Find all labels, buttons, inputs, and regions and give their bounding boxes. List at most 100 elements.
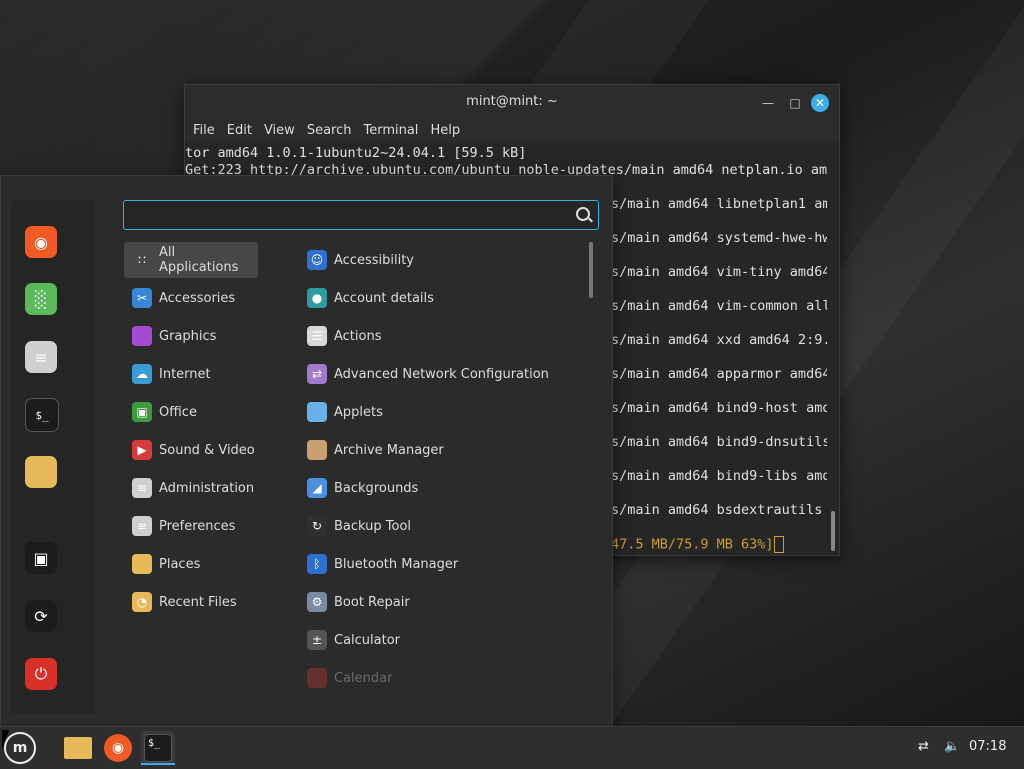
app-item[interactable]: ☰ Actions [299, 318, 579, 354]
app-item[interactable]: ● Account details [299, 280, 579, 316]
mouse-cursor [2, 730, 16, 750]
category-label: Recent Files [159, 594, 237, 610]
category-item[interactable]: ≡ Administration [124, 470, 299, 506]
category-item[interactable]: ✂ Accessories [124, 280, 299, 316]
menu-search[interactable]: Search [301, 119, 358, 143]
bluetooth-icon: ᛒ [307, 554, 327, 574]
backup-tool-icon: ↻ [307, 516, 327, 536]
terminal-line: tor amd64 1.0.1-1ubuntu2~24.04.1 [59.5 k… [185, 145, 527, 161]
category-item[interactable]: Graphics [124, 318, 299, 354]
places-folder-icon [132, 554, 152, 574]
app-label: Backgrounds [334, 480, 419, 496]
category-item[interactable]: ▶ Sound & Video [124, 432, 299, 468]
calendar-icon [307, 668, 327, 688]
category-label: Places [159, 556, 201, 572]
folder-icon [64, 737, 92, 759]
app-item[interactable]: Archive Manager [299, 432, 579, 468]
terminal-icon[interactable]: $_ [25, 398, 59, 432]
terminal-line: s/main amd64 bind9-host amd [611, 400, 827, 416]
clock[interactable]: 07:18 [969, 739, 1006, 754]
app-label: Calendar [334, 670, 393, 686]
category-item[interactable]: ≡ Preferences [124, 508, 299, 544]
firefox-icon[interactable]: ◉ [25, 226, 57, 258]
terminal-line: s/main amd64 vim-common all [611, 298, 827, 314]
archive-manager-icon [307, 440, 327, 460]
logout-icon[interactable]: ⟳ [25, 600, 57, 632]
backgrounds-icon: ◢ [307, 478, 327, 498]
lock-icon[interactable]: ▣ [25, 542, 57, 574]
app-item[interactable]: ◢ Backgrounds [299, 470, 579, 506]
account-icon: ● [307, 288, 327, 308]
taskbar-firefox[interactable]: ◉ [101, 731, 135, 765]
taskbar: m ◉ $_ ⇄ 🔈 07:18 [0, 726, 1024, 769]
applets-icon [307, 402, 327, 422]
application-menu: ◉ ░ ≡ $_ ▣ ⟳ ⏻ ∷ All Applications ✂ Accessories Gr… [0, 175, 613, 728]
terminal-line: s/main amd64 xxd amd64 2:9. [611, 332, 827, 348]
app-list-scrollbar[interactable] [589, 242, 593, 298]
firefox-icon: ◉ [104, 734, 132, 762]
preferences-icon: ≡ [132, 516, 152, 536]
terminal-scrollbar[interactable] [831, 511, 835, 551]
category-label: Sound & Video [159, 442, 255, 458]
menu-file[interactable]: File [187, 119, 221, 143]
app-item[interactable]: ⇄ Advanced Network Configuration [299, 356, 579, 392]
category-item[interactable]: Places [124, 546, 299, 582]
category-label: All Applications [159, 245, 239, 275]
app-label: Accessibility [334, 252, 414, 268]
terminal-line: s/main amd64 bsdextrautils [611, 502, 823, 518]
terminal-line: s/main amd64 vim-tiny amd64 [611, 264, 827, 280]
category-label: Preferences [159, 518, 236, 534]
network-icon[interactable]: ⇄ [918, 739, 929, 754]
terminal-titlebar[interactable]: mint@mint: ~ — □ ✕ [185, 85, 839, 119]
category-item[interactable]: ☁ Internet [124, 356, 299, 392]
menu-view[interactable]: View [258, 119, 301, 143]
terminal-icon: $_ [144, 734, 172, 762]
menu-edit[interactable]: Edit [221, 119, 258, 143]
settings-icon[interactable]: ≡ [25, 341, 57, 373]
software-manager-icon[interactable]: ░ [25, 283, 57, 315]
terminal-title: mint@mint: ~ [466, 94, 558, 109]
terminal-line: s/main amd64 systemd-hwe-hw [611, 230, 827, 246]
category-label: Administration [159, 480, 255, 496]
recent-files-icon: ◔ [132, 592, 152, 612]
calculator-icon: ± [307, 630, 327, 650]
app-item[interactable]: ± Calculator [299, 622, 579, 658]
minimize-button[interactable]: — [759, 94, 777, 112]
category-item[interactable]: ▣ Office [124, 394, 299, 430]
app-label: Calculator [334, 632, 401, 648]
files-icon[interactable] [25, 456, 57, 488]
app-item[interactable]: ᛒ Bluetooth Manager [299, 546, 579, 582]
sound-video-icon: ▶ [132, 440, 152, 460]
close-button[interactable]: ✕ [811, 94, 829, 112]
app-item[interactable]: ⚙ Boot Repair [299, 584, 579, 620]
category-item[interactable]: ◔ Recent Files [124, 584, 299, 620]
app-item[interactable]: ☺ Accessibility [299, 242, 579, 278]
search-input[interactable] [123, 200, 599, 230]
category-label: Internet [159, 366, 211, 382]
menu-terminal[interactable]: Terminal [357, 119, 424, 143]
terminal-line: s/main amd64 bind9-dnsutils [611, 434, 827, 450]
app-label: Archive Manager [334, 442, 444, 458]
actions-icon: ☰ [307, 326, 327, 346]
taskbar-files[interactable] [61, 731, 95, 765]
search-icon [576, 207, 590, 221]
volume-icon[interactable]: 🔈 [944, 739, 960, 754]
power-icon[interactable]: ⏻ [25, 658, 57, 690]
app-label: Actions [334, 328, 382, 344]
internet-icon: ☁ [132, 364, 152, 384]
accessories-icon: ✂ [132, 288, 152, 308]
app-item[interactable]: Applets [299, 394, 579, 430]
active-indicator [141, 763, 175, 765]
app-item[interactable]: Calendar [299, 660, 579, 696]
maximize-button[interactable]: □ [786, 94, 804, 112]
app-label: Bluetooth Manager [334, 556, 459, 572]
download-progress: 47.5 MB/75.9 MB 63%] [611, 536, 784, 553]
menu-help[interactable]: Help [424, 119, 466, 143]
app-label: Boot Repair [334, 594, 410, 610]
app-label: Backup Tool [334, 518, 412, 534]
category-label: Graphics [159, 328, 217, 344]
terminal-line: s/main amd64 bind9-libs amd [611, 468, 827, 484]
app-item[interactable]: ↻ Backup Tool [299, 508, 579, 544]
taskbar-terminal[interactable]: $_ [141, 731, 175, 765]
category-item[interactable]: ∷ All Applications [124, 242, 258, 278]
